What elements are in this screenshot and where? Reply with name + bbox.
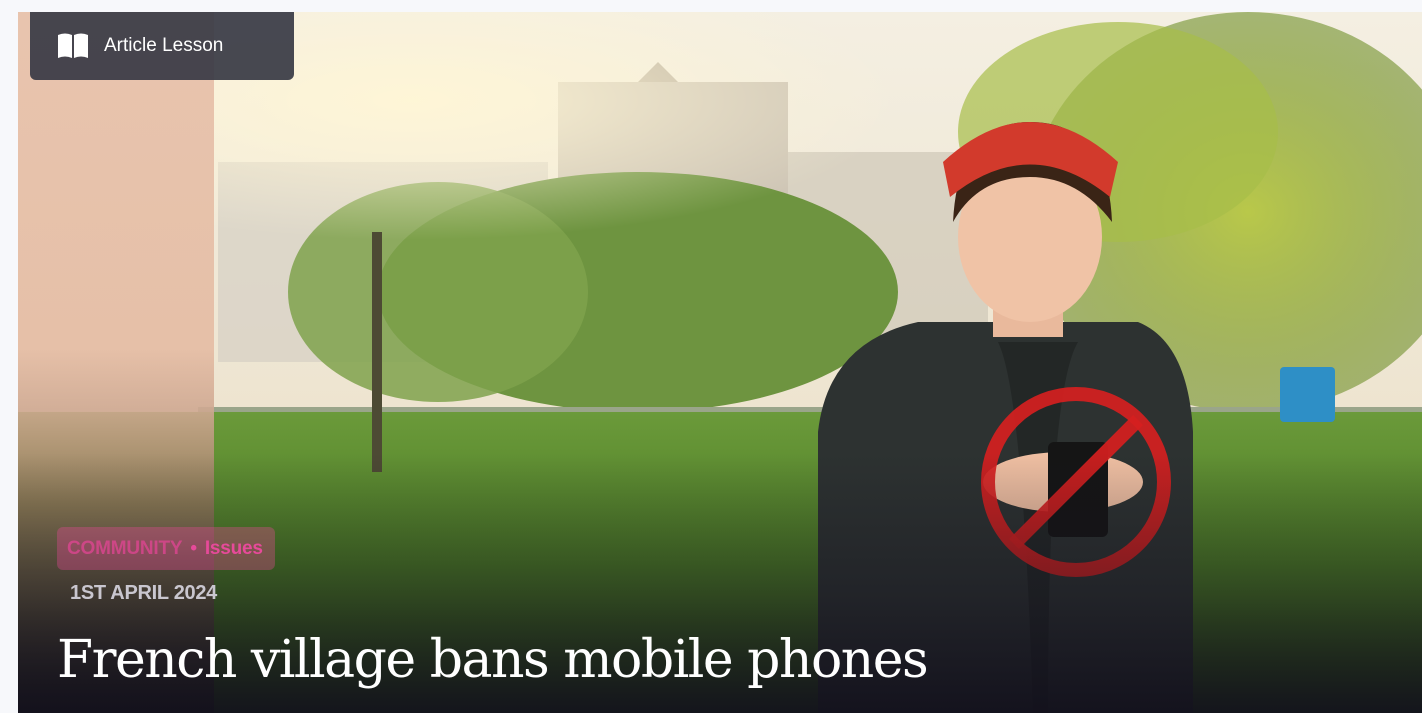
open-book-icon xyxy=(58,33,88,58)
article-date: 1ST APRIL 2024 xyxy=(70,582,217,604)
category-badge[interactable]: COMMUNITY • Issues xyxy=(57,527,275,570)
category-separator: • xyxy=(190,537,197,559)
subcategory-label[interactable]: Issues xyxy=(205,538,263,560)
article-lesson-label: Article Lesson xyxy=(104,35,224,56)
category-label[interactable]: COMMUNITY xyxy=(67,538,183,560)
article-title[interactable]: French village bans mobile phones xyxy=(57,630,929,690)
hero-banner[interactable]: COMMUNITY • Issues 1ST APRIL 2024 French… xyxy=(18,12,1422,713)
article-lesson-tag[interactable]: Article Lesson xyxy=(30,12,294,80)
